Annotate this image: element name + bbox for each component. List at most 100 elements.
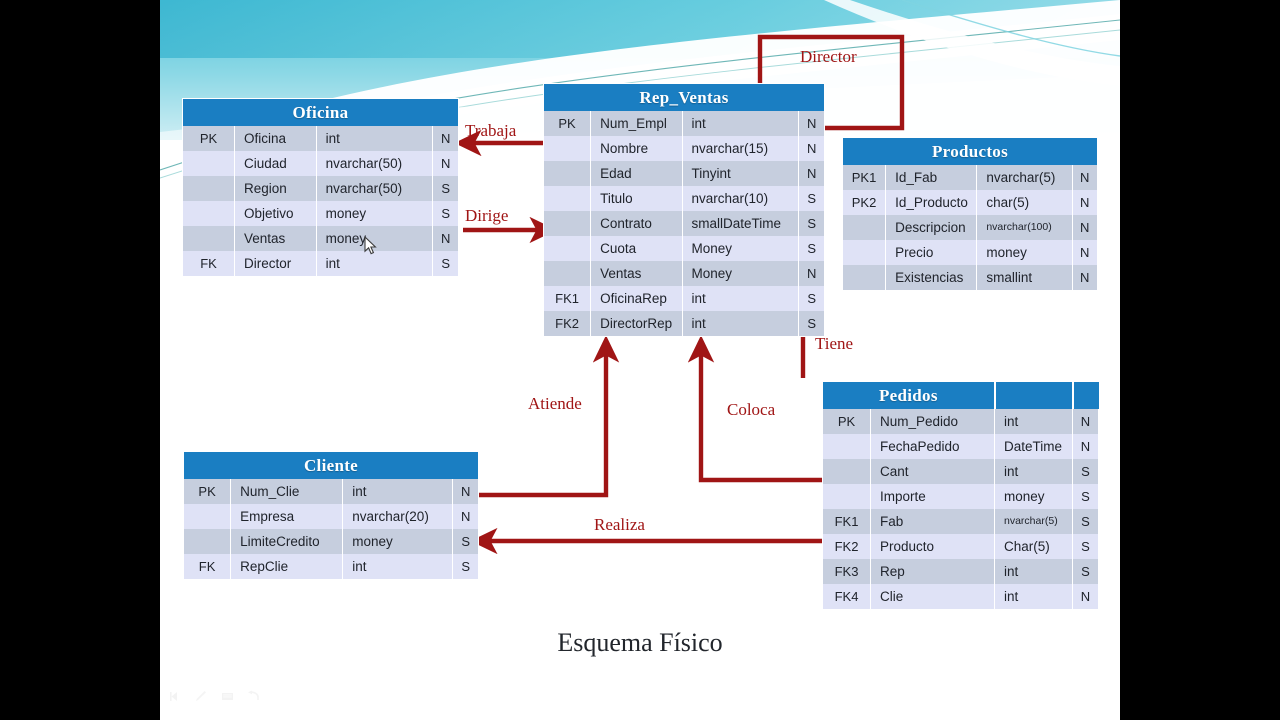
table-row: PK2 Id_Producto char(5) N	[843, 190, 1097, 215]
row-nullable-cell: N	[453, 479, 478, 504]
row-key-cell	[843, 215, 886, 240]
row-type-cell: int	[995, 459, 1072, 484]
row-field-cell: Region	[235, 176, 316, 201]
row-field-cell: LimiteCredito	[231, 529, 343, 554]
table-row: Objetivo money S	[183, 201, 458, 226]
row-key-cell	[843, 265, 886, 290]
row-key-cell: FK	[183, 251, 234, 276]
menu-icon[interactable]	[220, 690, 235, 708]
next-slide-icon[interactable]	[246, 690, 261, 708]
row-key-cell	[184, 529, 231, 554]
row-type-cell: int	[995, 559, 1072, 584]
row-key-cell: FK1	[823, 509, 870, 534]
row-field-cell: Ventas	[235, 226, 316, 251]
table-row: Ventas money N	[183, 226, 458, 251]
mouse-cursor	[364, 236, 377, 255]
entity-table-cliente[interactable]: Cliente PK Num_Clie int N Empresa nvarchar(20…	[183, 451, 479, 580]
table-body: PK Num_Empl int N Nombre nvarchar(15) N Edad Tin…	[544, 111, 824, 336]
row-key-cell	[544, 161, 591, 186]
row-type-cell: nvarchar(100)	[977, 215, 1072, 240]
row-field-cell: Importe	[871, 484, 994, 509]
table-row: Existencias smallint N	[843, 265, 1097, 290]
row-nullable-cell: S	[1073, 559, 1098, 584]
row-type-cell: Char(5)	[995, 534, 1072, 559]
table-row: FK1 Fab nvarchar(5) S	[823, 509, 1099, 534]
table-header-segment	[1074, 382, 1099, 409]
table-row: LimiteCredito money S	[184, 529, 478, 554]
row-key-cell: FK2	[544, 311, 591, 336]
row-nullable-cell: N	[1072, 190, 1097, 215]
row-type-cell: nvarchar(10)	[682, 186, 799, 211]
row-type-cell: Tinyint	[682, 161, 799, 186]
table-row: PK Num_Clie int N	[184, 479, 478, 504]
table-header-segment	[995, 382, 1073, 409]
row-key-cell: FK3	[823, 559, 870, 584]
entity-table-productos[interactable]: Productos PK1 Id_Fab nvarchar(5) N PK2 Id_Pro…	[842, 137, 1098, 291]
row-nullable-cell: S	[1073, 459, 1098, 484]
row-field-cell: Contrato	[591, 211, 682, 236]
row-nullable-cell: S	[1073, 534, 1098, 559]
pen-icon[interactable]	[194, 690, 209, 708]
row-type-cell: nvarchar(50)	[316, 176, 433, 201]
row-nullable-cell: N	[1072, 240, 1097, 265]
link-label-coloca: Coloca	[727, 400, 776, 419]
row-key-cell: FK	[184, 554, 231, 579]
table-row: Empresa nvarchar(20) N	[184, 504, 478, 529]
row-nullable-cell: S	[433, 201, 458, 226]
link-label-tiene: Tiene	[815, 334, 854, 353]
row-nullable-cell: N	[433, 151, 458, 176]
row-type-cell: int	[316, 126, 433, 151]
table-row: Edad Tinyint N	[544, 161, 824, 186]
row-type-cell: int	[995, 584, 1072, 609]
row-type-cell: nvarchar(20)	[343, 504, 453, 529]
row-key-cell	[183, 151, 234, 176]
row-key-cell	[823, 434, 870, 459]
entity-table-rep-ventas[interactable]: Rep_Ventas PK Num_Empl int N Nombre nvarchar(…	[543, 83, 825, 337]
row-type-cell: money	[977, 240, 1072, 265]
row-key-cell: PK	[184, 479, 231, 504]
row-key-cell: FK4	[823, 584, 870, 609]
row-nullable-cell: N	[433, 226, 458, 251]
row-field-cell: Clie	[871, 584, 994, 609]
row-key-cell: FK1	[544, 286, 591, 311]
row-nullable-cell: N	[799, 261, 824, 286]
row-nullable-cell: N	[1072, 265, 1097, 290]
row-nullable-cell: S	[799, 211, 824, 236]
row-key-cell: PK	[183, 126, 234, 151]
entity-table-oficina[interactable]: Oficina PK Oficina int N Ciudad nvarchar(50) N…	[182, 98, 459, 277]
row-key-cell	[823, 459, 870, 484]
row-field-cell: Rep	[871, 559, 994, 584]
table-title: Rep_Ventas	[639, 87, 729, 107]
row-type-cell: money	[316, 201, 433, 226]
table-row: FK RepClie int S	[184, 554, 478, 579]
row-type-cell: char(5)	[977, 190, 1072, 215]
row-key-cell	[843, 240, 886, 265]
entity-table-pedidos[interactable]: Pedidos PK Num_Pedido int N FechaPedido DateT…	[822, 381, 1100, 610]
table-row: Contrato smallDateTime S	[544, 211, 824, 236]
presentation-controls[interactable]	[168, 690, 261, 708]
row-key-cell	[544, 236, 591, 261]
table-row: Ciudad nvarchar(50) N	[183, 151, 458, 176]
row-key-cell: PK	[823, 409, 870, 434]
table-body: PK Num_Pedido int N FechaPedido DateTime N Cant…	[823, 409, 1099, 609]
table-row: Nombre nvarchar(15) N	[544, 136, 824, 161]
row-nullable-cell: S	[799, 286, 824, 311]
row-type-cell: int	[343, 554, 453, 579]
table-title: Productos	[931, 141, 1009, 161]
link-atiende	[472, 335, 620, 498]
row-field-cell: Cant	[871, 459, 994, 484]
row-field-cell: Objetivo	[235, 201, 316, 226]
prev-slide-icon[interactable]	[168, 690, 183, 708]
row-field-cell: Nombre	[591, 136, 682, 161]
table-row: FK Director int S	[183, 251, 458, 276]
row-type-cell: int	[682, 286, 799, 311]
table-row: PK1 Id_Fab nvarchar(5) N	[843, 165, 1097, 190]
row-field-cell: Precio	[886, 240, 977, 265]
row-key-cell	[183, 176, 234, 201]
row-key-cell	[544, 211, 591, 236]
table-body: PK1 Id_Fab nvarchar(5) N PK2 Id_Producto char(…	[843, 165, 1097, 290]
table-row: PK Oficina int N	[183, 126, 458, 151]
table-row: PK Num_Empl int N	[544, 111, 824, 136]
row-field-cell: Ciudad	[235, 151, 316, 176]
row-type-cell: nvarchar(15)	[682, 136, 799, 161]
